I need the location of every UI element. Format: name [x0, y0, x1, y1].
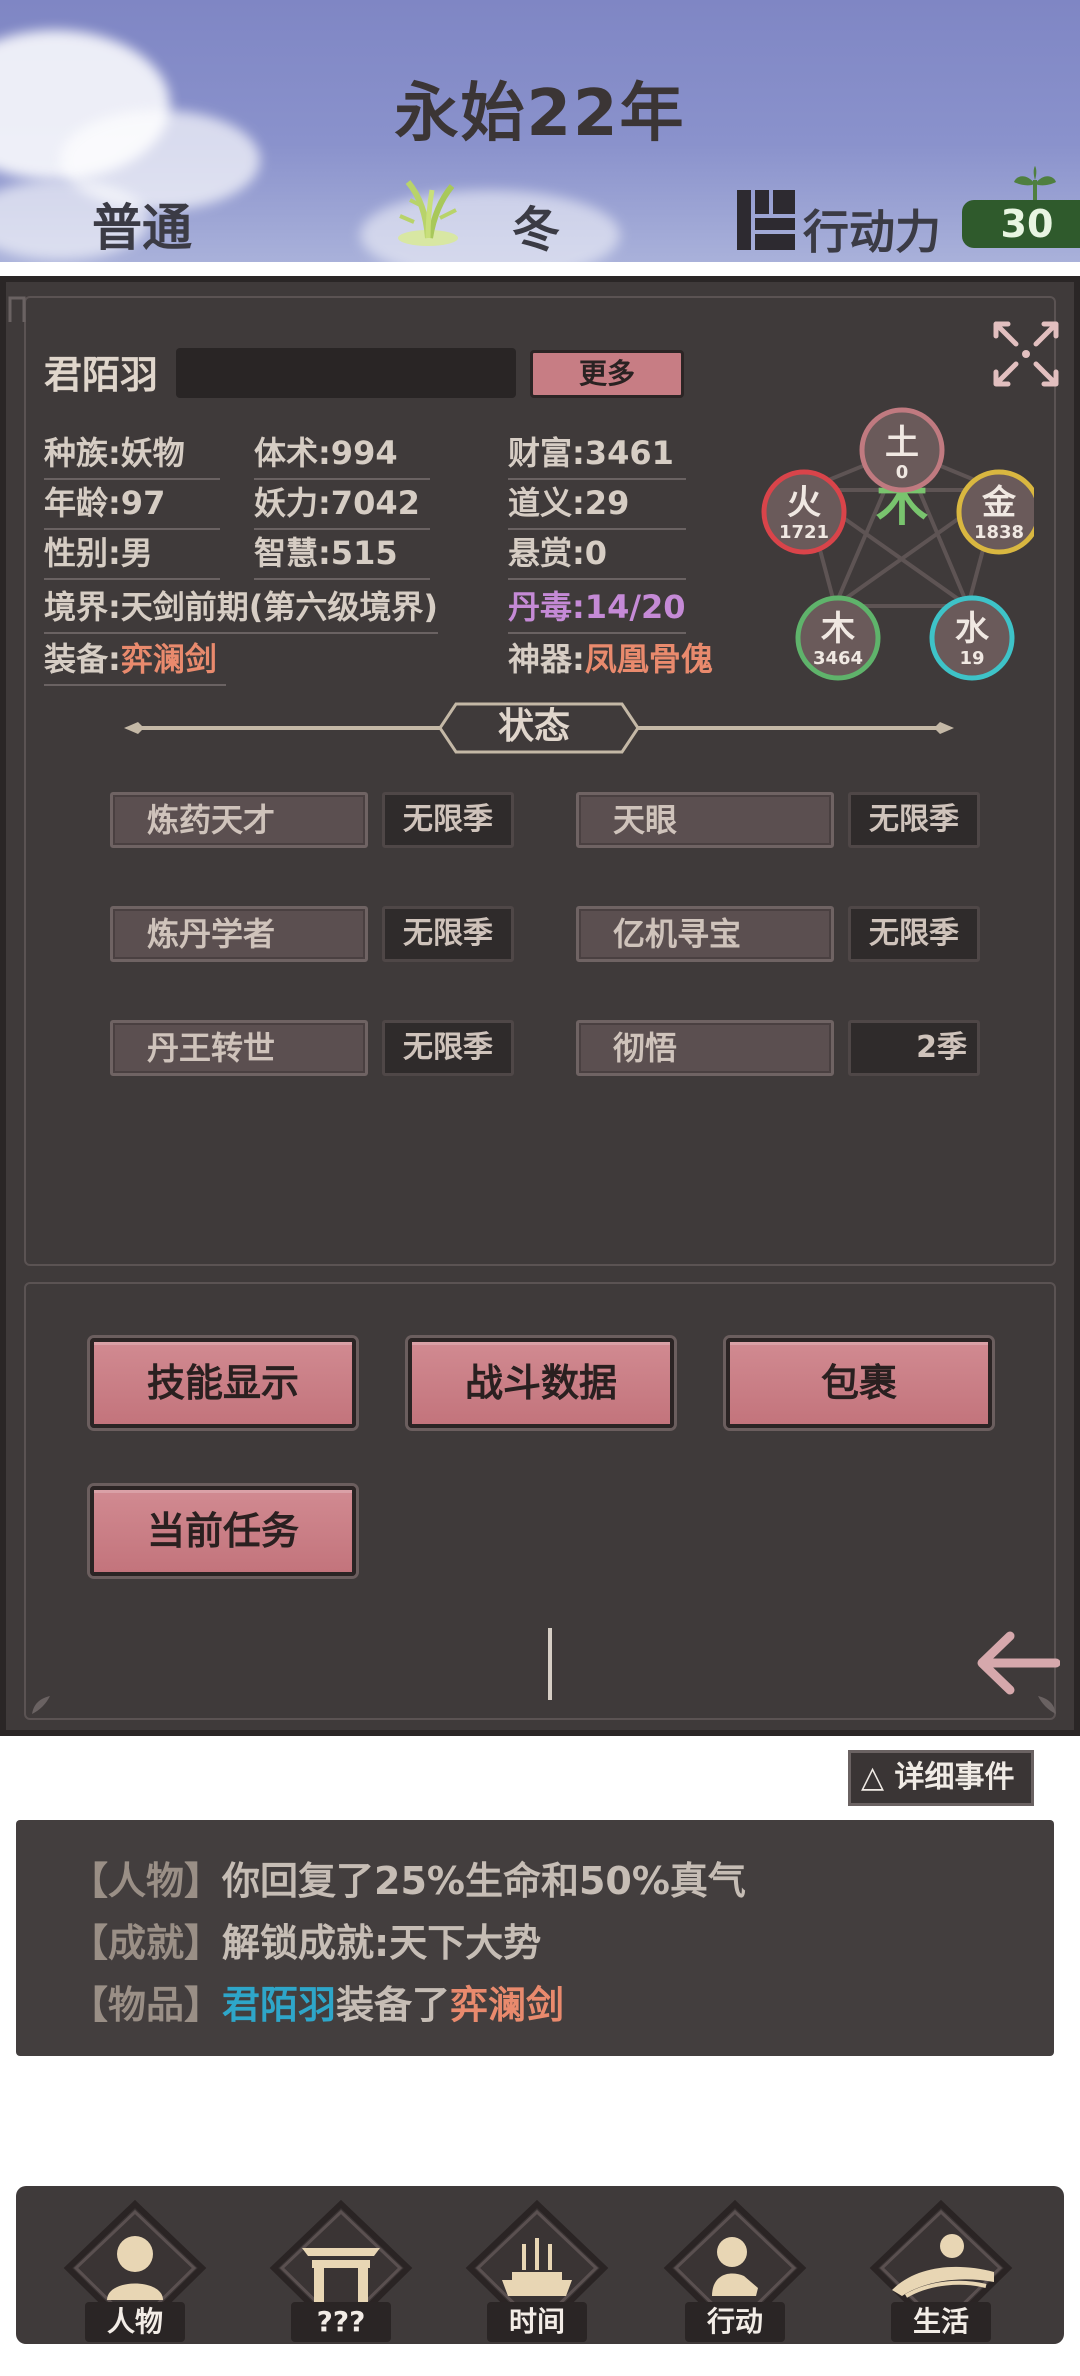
svg-text:水: 水 — [955, 609, 990, 649]
status-name: 天眼 — [576, 792, 834, 848]
nav-character[interactable]: 人物 — [60, 2196, 210, 2346]
five-elements-diagram[interactable]: 木 土 0 金 1838 水 19 木 3464 火 1721 — [754, 402, 1034, 692]
status-duration: 无限季 — [848, 792, 980, 848]
svg-text:金: 金 — [981, 483, 1017, 523]
svg-text:0: 0 — [896, 462, 909, 483]
gender-stat: 性别:男 — [44, 528, 220, 580]
wealth-stat: 财富:3461 — [508, 428, 686, 480]
back-arrow-icon[interactable] — [972, 1628, 1060, 1698]
status-duration: 无限季 — [848, 906, 980, 962]
nav-label: 时间 — [487, 2302, 587, 2342]
log-tag: 【成就】 — [70, 1921, 223, 1965]
corner-leaf-icon — [1038, 1696, 1056, 1714]
realm-stat: 境界:天剑前期(第六级境界) — [44, 582, 439, 634]
corner-leaf-icon — [32, 1696, 50, 1714]
sprout-icon — [1014, 166, 1056, 202]
year-title: 永始22年 — [394, 77, 686, 151]
fire-element-icon: 火 1721 — [761, 469, 847, 555]
equipment-stat: 装备:弈澜剑 — [44, 634, 226, 686]
metal-element-icon: 金 1838 — [956, 469, 1034, 555]
status-name: 炼药天才 — [110, 792, 368, 848]
log-line: 【物品】君陌羽装备了弈澜剑 — [70, 1974, 564, 2029]
character-name: 君陌羽 — [44, 353, 159, 397]
svg-text:土: 土 — [885, 423, 919, 463]
current-quest-button[interactable]: 当前任务 — [90, 1486, 356, 1576]
svg-text:3464: 3464 — [813, 648, 863, 669]
water-element-icon: 水 19 — [929, 595, 1015, 681]
nav-life[interactable]: 生活 — [866, 2196, 1016, 2346]
name-title-bar — [176, 348, 516, 398]
nav-action[interactable]: 行动 — [660, 2196, 810, 2346]
nav-label: ??? — [291, 2302, 391, 2342]
age-stat: 年龄:97 — [44, 478, 220, 530]
log-text: 装备了 — [336, 1983, 451, 2027]
status-name: 丹王转世 — [110, 1020, 368, 1076]
svg-text:19: 19 — [959, 648, 984, 669]
log-text: 你回复了25%生命和50%真气 — [222, 1859, 746, 1903]
status-duration: 无限季 — [382, 792, 514, 848]
nav-unknown[interactable]: ??? — [266, 2196, 416, 2346]
pill-poison-stat: 丹毒:14/20 — [508, 582, 686, 634]
nav-label: 人物 — [85, 2302, 185, 2342]
status-name: 亿机寻宝 — [576, 906, 834, 962]
status-section-header: 状态 — [124, 702, 954, 754]
svg-text:1721: 1721 — [779, 522, 829, 543]
artifact-name[interactable]: 凤凰骨傀 — [585, 640, 713, 678]
bag-button[interactable]: 包裹 — [726, 1338, 992, 1428]
svg-text:火: 火 — [787, 483, 821, 523]
log-tag: 【人物】 — [70, 1859, 223, 1903]
svg-text:1838: 1838 — [974, 522, 1024, 543]
event-log: 【人物】你回复了25%生命和50%真气 【成就】解锁成就:天下大势 【物品】君陌… — [16, 1820, 1054, 2056]
action-points-icon — [737, 190, 795, 250]
divider — [548, 1628, 552, 1700]
status-duration: 无限季 — [382, 1020, 514, 1076]
plant-season-icon — [398, 180, 458, 246]
season-label: 冬 — [512, 202, 561, 258]
wisdom-stat: 智慧:515 — [254, 528, 430, 580]
status-name: 彻悟 — [576, 1020, 834, 1076]
status-name: 炼丹学者 — [110, 906, 368, 962]
wood-element-icon: 木 3464 — [795, 595, 881, 681]
log-tag: 【物品】 — [70, 1983, 223, 2027]
more-button[interactable]: 更多 — [530, 350, 684, 398]
character-panel: 君陌羽 更多 种族:妖物 年龄:97 性别:男 境界:天剑前期(第六级境界) 装… — [0, 276, 1080, 1736]
nav-label: 生活 — [891, 2302, 991, 2342]
equipment-name[interactable]: 弈澜剑 — [121, 640, 217, 678]
nav-time[interactable]: 时间 — [462, 2196, 612, 2346]
detail-events-button[interactable]: △ 详细事件 — [848, 1750, 1034, 1806]
status-duration: 无限季 — [382, 906, 514, 962]
nav-label: 行动 — [685, 2302, 785, 2342]
log-character-name: 君陌羽 — [222, 1983, 337, 2027]
skills-display-button[interactable]: 技能显示 — [90, 1338, 356, 1428]
difficulty-label: 普通 — [92, 199, 192, 257]
artifact-label: 神器: — [508, 640, 585, 678]
status-title: 状态 — [497, 706, 570, 747]
action-points-value: 30 — [962, 200, 1080, 248]
earth-element-icon: 土 0 — [859, 407, 945, 493]
race-stat: 种族:妖物 — [44, 428, 220, 480]
log-text: 解锁成就:天下大势 — [222, 1921, 542, 1965]
top-header: 永始22年 普通 冬 行动力 30 — [0, 0, 1080, 262]
bounty-stat: 悬赏:0 — [508, 528, 686, 580]
body-stat: 体术:994 — [254, 428, 430, 480]
svg-text:木: 木 — [820, 609, 855, 649]
equipment-label: 装备: — [44, 640, 121, 678]
demon-power-stat: 妖力:7042 — [254, 478, 430, 530]
log-line: 【人物】你回复了25%生命和50%真气 — [70, 1850, 746, 1905]
corner-ornament-icon — [8, 296, 26, 322]
status-duration: 2季 — [848, 1020, 980, 1076]
log-item-name: 弈澜剑 — [450, 1983, 565, 2027]
battle-data-button[interactable]: 战斗数据 — [408, 1338, 674, 1428]
log-line: 【成就】解锁成就:天下大势 — [70, 1912, 541, 1967]
righteousness-stat: 道义:29 — [508, 478, 686, 530]
artifact-stat: 神器:凤凰骨傀 — [508, 634, 720, 684]
action-points-label: 行动力 — [803, 205, 941, 259]
collapse-icon[interactable] — [990, 318, 1062, 390]
